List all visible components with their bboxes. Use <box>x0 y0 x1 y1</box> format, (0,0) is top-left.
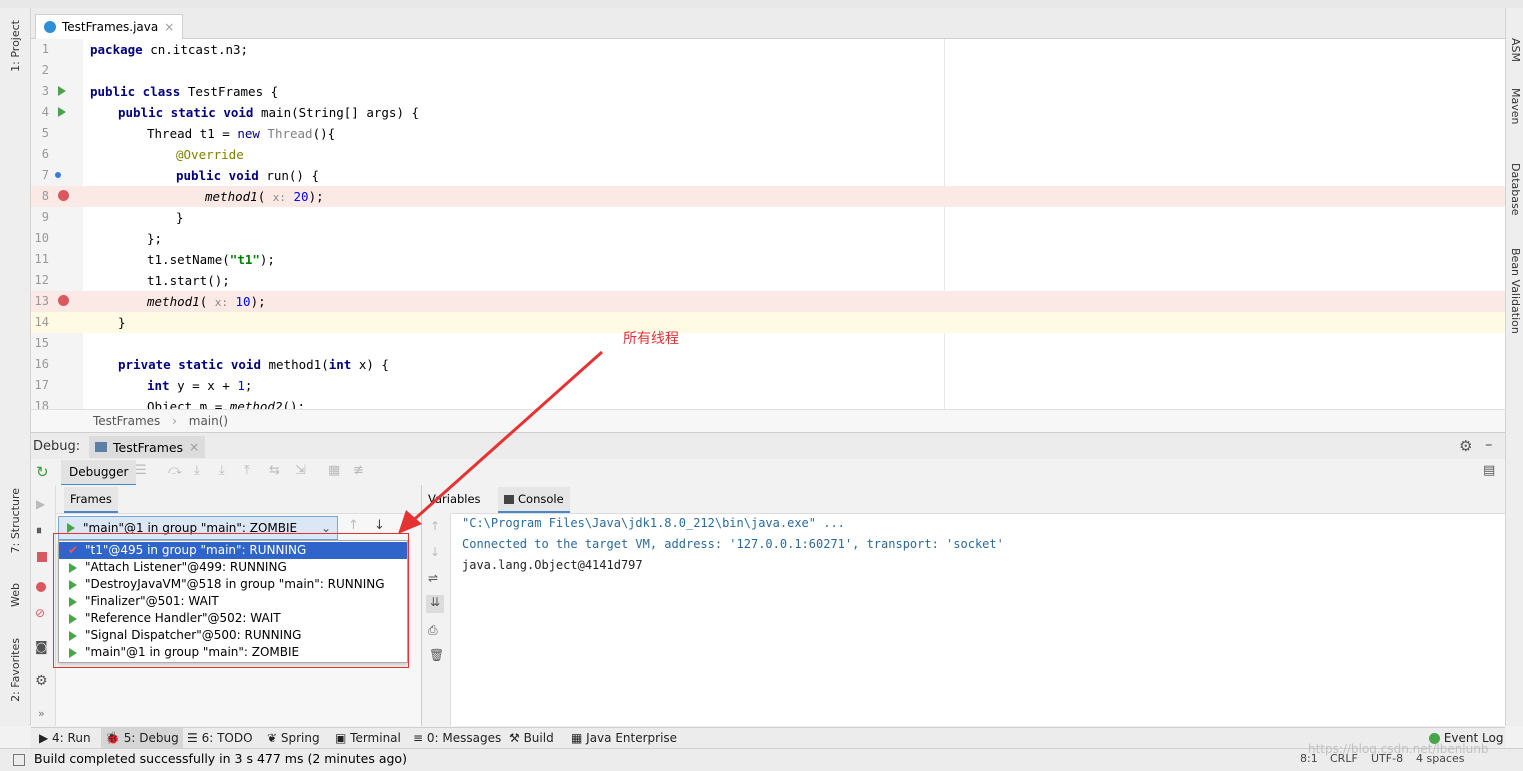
settings-icon[interactable]: ⚙ <box>35 673 48 689</box>
web-tool-tab[interactable]: Web <box>9 583 22 607</box>
layout-icon[interactable]: ☰ <box>135 463 147 478</box>
java-enterprise-tool-tab[interactable]: ▦ Java Enterprise <box>571 728 677 749</box>
favorites-tool-tab[interactable]: 2: Favorites <box>9 638 22 702</box>
console-toolbar: ↑ ↓ ⇌ ⇊ ⎙ 🗑 <box>422 513 451 726</box>
debug-tool-tab[interactable]: 🐞 5: Debug <box>101 728 183 749</box>
code-line: 4 public static void main(String[] args)… <box>41 105 420 120</box>
code-line: 3 public class TestFrames { <box>41 84 279 99</box>
resume-icon[interactable]: ▶ <box>36 497 45 511</box>
run-tool-tab[interactable]: ▶ 4: Run <box>39 728 91 749</box>
bean-validation-tool-tab[interactable]: Bean Validation <box>1509 248 1522 334</box>
run-gutter-icon[interactable] <box>58 107 66 117</box>
more-icon[interactable]: » <box>38 707 45 720</box>
code-line: 5 Thread t1 = new Thread(){ <box>41 126 336 141</box>
step-out-icon[interactable]: ⤒ <box>244 463 250 478</box>
code-line: 12 t1.start(); <box>34 273 230 288</box>
previous-frame-icon[interactable]: ↑ <box>348 518 359 533</box>
breadcrumb-item[interactable]: TestFrames <box>93 414 160 428</box>
trash-icon[interactable]: 🗑 <box>429 648 444 662</box>
trace-icon[interactable]: ≢ <box>353 463 364 478</box>
left-tool-strip: 1: Project 7: Structure Web 2: Favorites <box>0 8 31 726</box>
maven-tool-tab[interactable]: Maven <box>1509 88 1522 124</box>
breakpoint-icon[interactable] <box>58 295 69 306</box>
session-icon <box>95 442 107 452</box>
soft-wrap-icon[interactable]: ⇌ <box>428 571 438 585</box>
drop-frame-icon[interactable]: ⇆ <box>269 463 280 478</box>
camera-icon[interactable]: ◙ <box>35 640 48 655</box>
editor-tab-testframes[interactable]: TestFrames.java × <box>35 14 184 39</box>
debug-session-tab[interactable]: TestFrames × <box>89 436 206 458</box>
toggle-tool-windows-icon[interactable] <box>13 754 25 766</box>
status-message: Build completed successfully in 3 s 477 … <box>34 751 407 766</box>
close-icon[interactable]: × <box>189 440 199 454</box>
annotation-arrow <box>398 350 603 534</box>
watermark: https://blog.csdn.net/lbenlunb <box>1308 742 1489 756</box>
code-line: 2 <box>41 63 49 77</box>
current-line: 14} <box>31 312 1505 333</box>
tab-frames[interactable]: Frames <box>64 487 118 513</box>
next-frame-icon[interactable]: ↓ <box>374 518 385 533</box>
breadcrumb-item[interactable]: main() <box>189 414 228 428</box>
step-into-icon[interactable]: ⤓ <box>194 463 200 478</box>
print-icon[interactable]: ⎙ <box>428 623 438 638</box>
tab-debugger[interactable]: Debugger <box>61 460 137 486</box>
spring-tool-tab[interactable]: ❦ Spring <box>267 728 320 749</box>
build-tool-tab[interactable]: ⚒ Build <box>509 728 554 749</box>
gear-icon[interactable]: ⚙ <box>1459 437 1472 455</box>
scroll-to-end-icon[interactable]: ⇊ <box>426 595 444 613</box>
breakpoint-line: 8 method1( x: 20); <box>31 186 1505 207</box>
rerun-icon[interactable]: ↻ <box>36 463 49 481</box>
tool-window-bar: ▶ 4: Run 🐞 5: Debug ☰ 6: TODO ❦ Spring ▣… <box>31 727 1505 749</box>
project-tool-tab[interactable]: 1: Project <box>9 20 22 72</box>
code-line: 15 <box>34 336 49 350</box>
run-gutter-icon[interactable] <box>58 86 66 96</box>
code-line: 17 int y = x + 1; <box>34 378 253 393</box>
code-line: 16 private static void method1(int x) { <box>34 357 389 372</box>
debugger-toolbar: ↻ Debugger ☰ ⤼ ⤓ ⤓ ⤒ ⇆ ⇲ ▦ ≢ ▤ <box>31 459 1505 486</box>
thread-icon <box>67 523 75 533</box>
right-tool-strip: ASM Maven Database Bean Validation <box>1505 8 1523 726</box>
evaluate-icon[interactable]: ▦ <box>328 463 340 478</box>
minimize-icon[interactable]: – <box>1485 435 1493 453</box>
close-icon[interactable]: × <box>164 20 174 34</box>
editor-tab-label: TestFrames.java <box>62 20 159 34</box>
step-over-icon[interactable]: ⤼ <box>168 463 182 478</box>
terminal-tool-tab[interactable]: ▣ Terminal <box>335 728 401 749</box>
editor-tab-bar: TestFrames.java × <box>31 8 1505 39</box>
code-editor[interactable]: 1 package cn.itcast.n3; 2 3 public class … <box>31 39 1505 409</box>
structure-tool-tab[interactable]: 7: Structure <box>9 488 22 553</box>
messages-tool-tab[interactable]: ≡ 0: Messages <box>413 728 501 749</box>
todo-tool-tab[interactable]: ☰ 6: TODO <box>187 728 253 749</box>
asm-tool-tab[interactable]: ASM <box>1509 38 1522 62</box>
status-bar: Build completed successfully in 3 s 477 … <box>0 742 1523 771</box>
stop-icon[interactable] <box>37 552 47 562</box>
annotation-label: 所有线程 <box>623 331 679 347</box>
breakpoint-line: 13 method1( x: 10); <box>31 291 1505 312</box>
mute-breakpoints-icon[interactable]: ⊘ <box>35 606 45 620</box>
breadcrumb: TestFrames › main() <box>31 409 1505 432</box>
breakpoint-icon[interactable] <box>58 190 69 201</box>
debug-tool-window-header: Debug: TestFrames × ⚙ – <box>31 432 1505 459</box>
code-line: 18 Object m = method2(); <box>34 399 306 409</box>
run-to-cursor-icon[interactable]: ⇲ <box>295 463 306 478</box>
code-line: 7 public void run() { <box>41 168 320 183</box>
frames-header: Frames <box>56 485 421 514</box>
view-breakpoints-icon[interactable] <box>36 582 46 592</box>
force-step-into-icon[interactable]: ⤓ <box>219 463 225 478</box>
code-line: 9} <box>41 210 184 225</box>
restore-layout-icon[interactable]: ▤ <box>1483 463 1495 478</box>
code-line: 11 t1.setName("t1"); <box>34 252 275 267</box>
java-class-icon <box>44 21 56 33</box>
code-line: 10}; <box>34 231 163 246</box>
console-line: java.lang.Object@4141d797 <box>462 558 643 572</box>
annotation-highlight-box <box>53 533 409 668</box>
pause-icon[interactable]: ⏸ <box>36 523 42 538</box>
code-line: 1 package cn.itcast.n3; <box>41 42 249 57</box>
database-tool-tab[interactable]: Database <box>1509 163 1522 216</box>
code-line: 6 @Override <box>41 147 244 162</box>
override-gutter-icon[interactable] <box>55 172 61 178</box>
debug-label: Debug: <box>33 439 81 454</box>
down-icon[interactable]: ↓ <box>430 545 440 559</box>
